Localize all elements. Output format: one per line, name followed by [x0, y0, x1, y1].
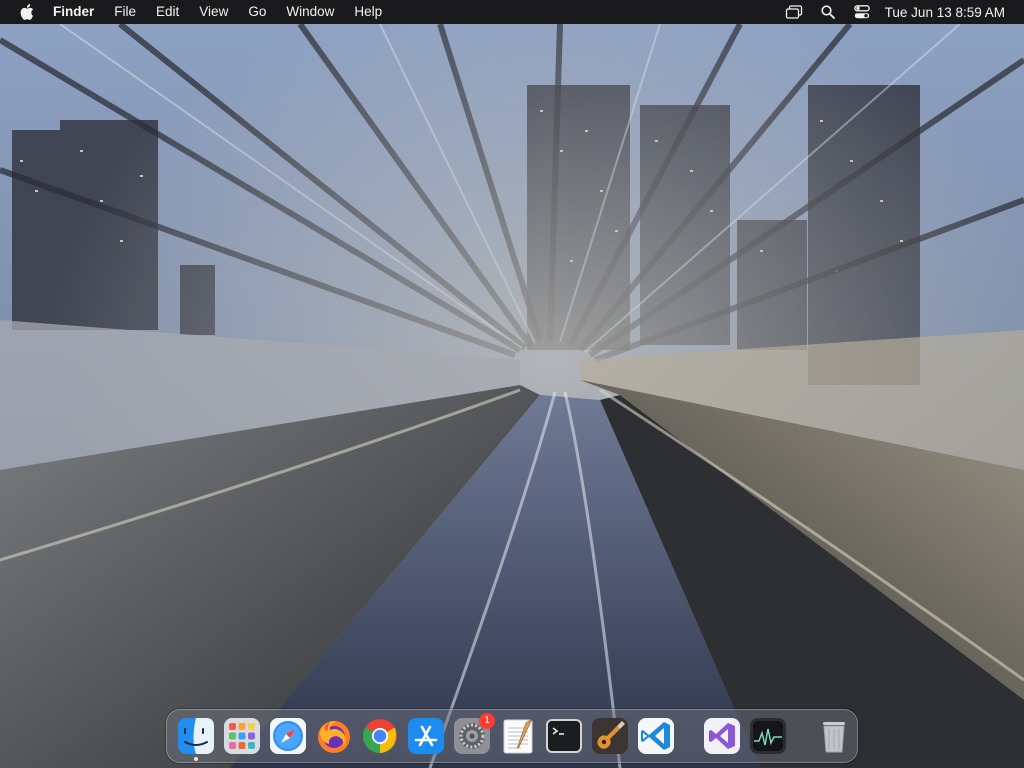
running-indicator [194, 757, 198, 761]
dock-visual-studio[interactable] [703, 717, 741, 755]
control-center-icon[interactable] [851, 0, 873, 24]
dock-chrome[interactable] [361, 717, 399, 755]
app-store-icon [408, 718, 444, 754]
firefox-icon [318, 721, 350, 753]
menu-bar: Finder File Edit View Go Window Help Tue… [0, 0, 1024, 24]
desktop-wallpaper [0, 0, 1024, 768]
menu-window[interactable]: Window [276, 0, 344, 24]
activity-monitor-icon [750, 718, 786, 754]
menu-edit[interactable]: Edit [146, 0, 189, 24]
search-icon[interactable] [817, 0, 839, 24]
menu-go[interactable]: Go [238, 0, 276, 24]
trash-icon [823, 722, 845, 753]
dock-system-preferences[interactable]: 1 [453, 713, 495, 755]
apple-menu-icon[interactable] [19, 4, 35, 20]
dock-garageband[interactable] [591, 717, 629, 755]
dock-terminal[interactable] [545, 717, 583, 755]
dock-finder[interactable] [177, 717, 215, 761]
notification-badge: 1 [479, 713, 495, 729]
textedit-icon [503, 718, 533, 754]
dock-launchpad[interactable] [223, 717, 261, 755]
dock: 1 [166, 709, 858, 763]
menu-bar-status-area: Tue Jun 13 8:59 AM [771, 0, 1024, 24]
menu-view[interactable]: View [189, 0, 238, 24]
launchpad-icon [224, 718, 260, 754]
menu-app-name[interactable]: Finder [53, 0, 104, 24]
vscode-icon [638, 718, 674, 754]
chrome-icon [363, 719, 397, 753]
dock-safari[interactable] [269, 717, 307, 755]
dock-app-store[interactable] [407, 717, 445, 755]
garageband-icon [592, 718, 628, 754]
dock-activity-monitor[interactable] [749, 717, 787, 755]
visual-studio-icon [704, 718, 740, 754]
menu-help[interactable]: Help [344, 0, 392, 24]
menu-file[interactable]: File [104, 0, 146, 24]
finder-icon [178, 718, 214, 754]
dock-textedit[interactable] [499, 717, 537, 755]
window-switcher-icon[interactable] [783, 0, 805, 24]
terminal-icon [546, 719, 582, 753]
menu-bar-clock[interactable]: Tue Jun 13 8:59 AM [885, 5, 1005, 20]
dock-firefox[interactable] [315, 717, 353, 755]
dock-trash[interactable] [815, 717, 853, 755]
safari-icon [270, 718, 306, 754]
dock-vscode[interactable] [637, 717, 675, 755]
